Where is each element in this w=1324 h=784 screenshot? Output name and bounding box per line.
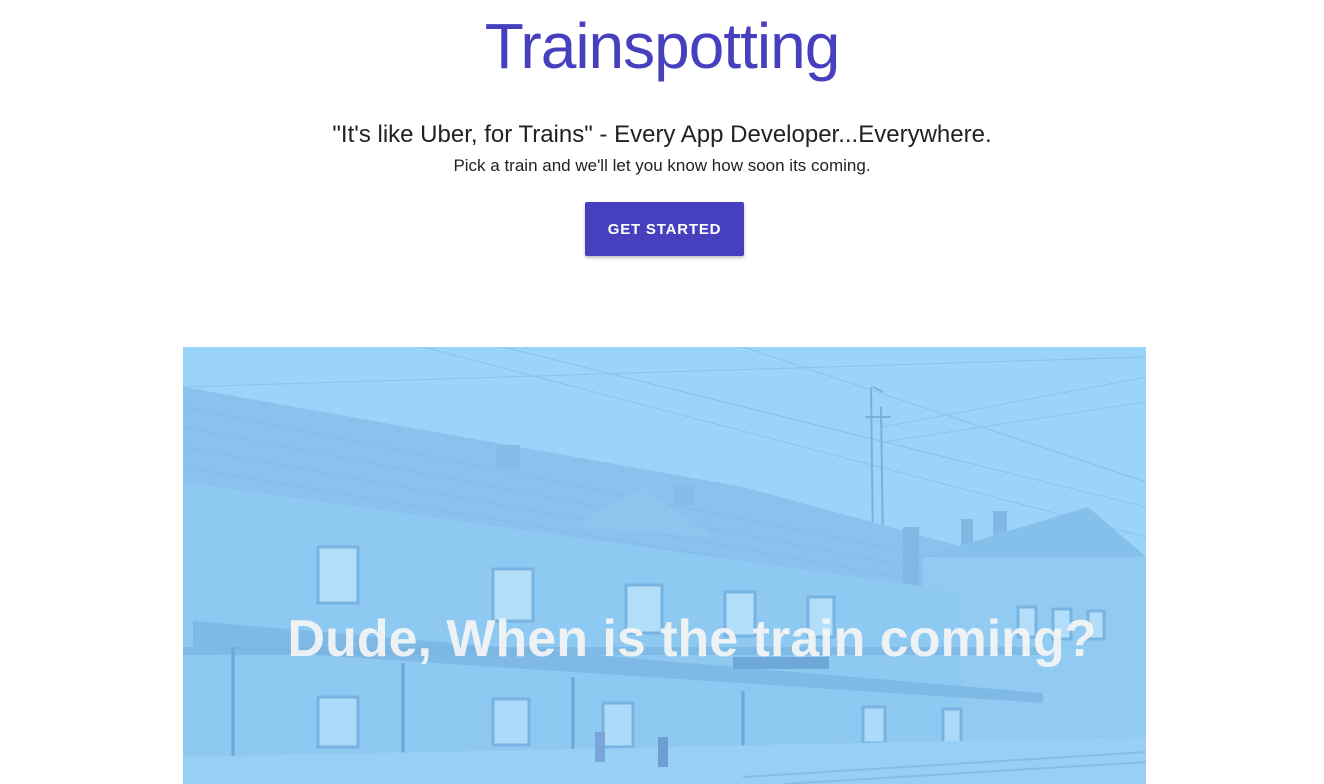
app-title: Trainspotting [484,10,841,82]
hero-color-overlay [183,347,1146,784]
landing-page: Trainspotting "It's like Uber, for Train… [0,0,1324,784]
tagline-quote: "It's like Uber, for Trains" - Every App… [332,121,992,148]
get-started-button[interactable]: GET STARTED [585,202,744,256]
hero-banner: Dude, When is the train coming? [183,347,1146,784]
tagline-subtitle: Pick a train and we'll let you know how … [453,156,871,175]
hero-caption: Dude, When is the train coming? [287,610,1097,668]
